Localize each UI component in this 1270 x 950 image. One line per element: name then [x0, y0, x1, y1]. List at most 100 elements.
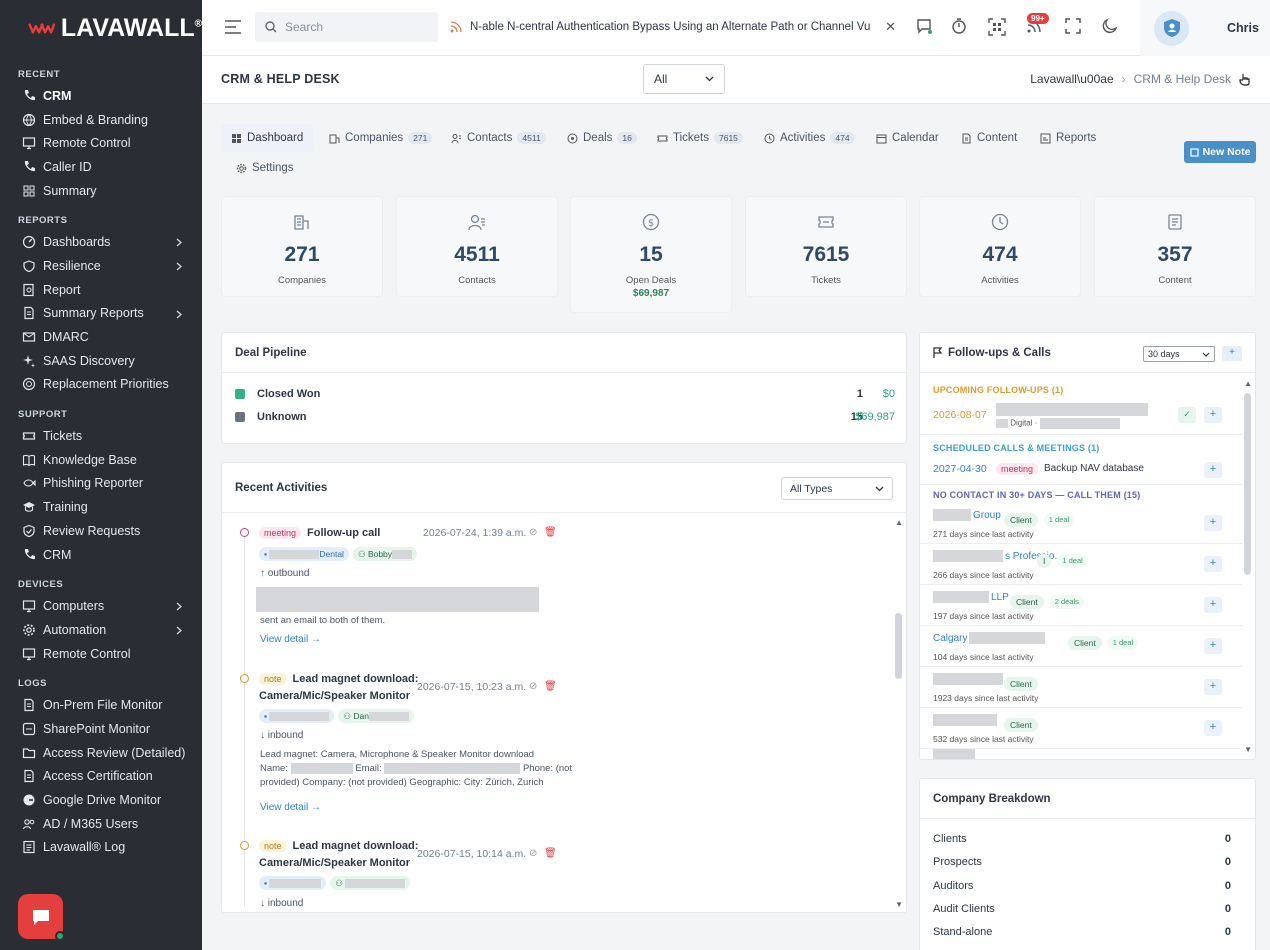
sidebar-item-training[interactable]: Training: [0, 495, 202, 519]
followup-row[interactable]: 2026-08-07 Digital · ✓ +: [920, 397, 1242, 435]
close-ticker-icon[interactable]: ✕: [885, 19, 896, 35]
trash-icon[interactable]: 🗑: [544, 848, 557, 859]
brand-logo[interactable]: LAVAWALL®: [0, 0, 202, 56]
sidebar-item-crm[interactable]: CRM: [0, 543, 202, 567]
add-button[interactable]: +: [1204, 515, 1222, 531]
tab-companies[interactable]: Companies 271: [319, 124, 442, 152]
sidebar-item-lavawall-log[interactable]: Lavawall® Log: [0, 836, 202, 860]
search-box[interactable]: [255, 12, 438, 42]
hide-icon[interactable]: ⊘: [529, 848, 537, 859]
contact-chip[interactable]: ⚇ Bobby: [352, 547, 418, 561]
sidebar-item-summary[interactable]: Summary: [0, 179, 202, 203]
range-select[interactable]: 30 days: [1143, 346, 1215, 362]
sidebar-item-review-requests[interactable]: Review Requests: [0, 519, 202, 543]
company-chip[interactable]: ▪ Dental: [259, 547, 349, 561]
sidebar-item-on-prem-file-monitor[interactable]: On-Prem File Monitor: [0, 693, 202, 717]
sidebar-item-saas-discovery[interactable]: SAAS Discovery: [0, 349, 202, 373]
sidebar-item-summary-reports[interactable]: Summary Reports: [0, 302, 202, 326]
company-chip[interactable]: ▪: [259, 709, 335, 723]
company-name[interactable]: Group: [933, 509, 1001, 521]
scroll-up-icon[interactable]: ▲: [1244, 379, 1252, 388]
contact-chip[interactable]: ⚇ Dan: [338, 709, 414, 723]
contact-chip[interactable]: ⚇: [330, 876, 411, 890]
timer-icon[interactable]: [951, 18, 967, 34]
tab-deals[interactable]: Deals 16: [557, 124, 647, 152]
breakdown-row[interactable]: Auditors 0: [933, 880, 1231, 892]
tab-settings[interactable]: Settings: [226, 154, 304, 182]
sidebar-item-dashboards[interactable]: Dashboards: [0, 230, 202, 254]
chat-bubble-icon[interactable]: [916, 18, 932, 34]
add-button[interactable]: +: [1204, 720, 1222, 736]
trash-icon[interactable]: 🗑: [544, 527, 557, 538]
nocontact-row[interactable]: Group Client 1 deal 271 days since last …: [920, 503, 1242, 544]
breadcrumb-home[interactable]: Lavawall\u00ae: [1030, 72, 1113, 86]
scrollbar[interactable]: [895, 613, 902, 679]
stat-card-tickets[interactable]: 7615 Tickets: [745, 196, 907, 297]
add-followup-button[interactable]: +: [1222, 346, 1242, 361]
trash-icon[interactable]: 🗑: [544, 681, 557, 692]
sidebar-item-report[interactable]: Report: [0, 278, 202, 302]
sidebar-item-google-drive-monitor[interactable]: Google Drive Monitor: [0, 788, 202, 812]
hide-icon[interactable]: ⊘: [529, 681, 537, 692]
add-button[interactable]: +: [1204, 597, 1222, 613]
menu-icon[interactable]: [224, 19, 242, 35]
stat-card-open-deals[interactable]: $ 15 Open Deals $69,987: [570, 196, 732, 313]
stat-card-activities[interactable]: 474 Activities: [919, 196, 1081, 297]
search-input[interactable]: [285, 20, 425, 34]
tab-contacts[interactable]: Contacts 4511: [441, 124, 556, 152]
company-name[interactable]: Calgary: [933, 632, 1046, 644]
scrollbar[interactable]: [1244, 393, 1251, 575]
scroll-down-icon[interactable]: ▼: [895, 900, 903, 909]
complete-button[interactable]: ✓: [1178, 407, 1196, 423]
sidebar-item-sharepoint-monitor[interactable]: SharePoint Monitor: [0, 717, 202, 741]
tab-reports[interactable]: Reports: [1030, 124, 1106, 152]
add-button[interactable]: +: [1204, 407, 1222, 423]
stat-card-companies[interactable]: 271 Companies: [221, 196, 383, 297]
pipeline-row[interactable]: Closed Won 1 $0: [235, 386, 895, 402]
scheduled-row[interactable]: 2027-04-30 meeting Backup NAV database +: [920, 455, 1242, 485]
breakdown-row[interactable]: Stand-alone 0: [933, 926, 1231, 938]
hide-icon[interactable]: ⊘: [529, 527, 537, 538]
stat-card-contacts[interactable]: 4511 Contacts: [396, 196, 558, 297]
sidebar-item-computers[interactable]: Computers: [0, 594, 202, 618]
company-chip[interactable]: ▪: [259, 876, 327, 890]
sidebar-item-knowledge-base[interactable]: Knowledge Base: [0, 448, 202, 472]
sidebar-item-crm[interactable]: CRM: [0, 84, 202, 108]
tab-content[interactable]: Content: [951, 124, 1027, 152]
sidebar-item-automation[interactable]: Automation: [0, 618, 202, 642]
view-detail-link[interactable]: View detail →: [260, 802, 321, 813]
nocontact-row[interactable]: Client 1923 days since last activity +: [920, 667, 1242, 708]
sidebar-item-caller-id[interactable]: Caller ID: [0, 155, 202, 179]
chat-button[interactable]: [18, 894, 65, 941]
user-menu[interactable]: Chris: [1140, 0, 1270, 56]
nocontact-row[interactable]: Calgary Client 1 deal 104 days since las…: [920, 626, 1242, 667]
add-button[interactable]: +: [1204, 679, 1222, 695]
scope-select[interactable]: All: [643, 64, 725, 94]
activity-type-select[interactable]: All Types: [781, 477, 893, 500]
sidebar-item-remote-control[interactable]: Remote Control: [0, 131, 202, 155]
dark-mode-icon[interactable]: [1102, 18, 1118, 34]
pipeline-row[interactable]: Unknown 15 $69,987: [235, 409, 895, 425]
ticker-text[interactable]: N-able N-central Authentication Bypass U…: [470, 21, 870, 33]
add-button[interactable]: +: [1204, 556, 1222, 572]
view-detail-link[interactable]: View detail →: [260, 634, 321, 645]
sidebar-item-ad-m365-users[interactable]: AD / M365 Users: [0, 812, 202, 836]
breakdown-row[interactable]: Audit Clients 0: [933, 903, 1231, 915]
nocontact-row[interactable]: LLP Client 2 deals 197 days since last a…: [920, 585, 1242, 626]
breakdown-row[interactable]: Clients 0: [933, 833, 1231, 845]
sidebar-item-tickets[interactable]: Tickets: [0, 424, 202, 448]
tab-tickets[interactable]: Tickets 7615: [647, 124, 753, 152]
sidebar-item-resilience[interactable]: Resilience: [0, 254, 202, 278]
news-ticker[interactable]: N-able N-central Authentication Bypass U…: [450, 14, 896, 40]
tab-calendar[interactable]: Calendar: [866, 124, 949, 152]
sidebar-item-access-certification[interactable]: Access Certification: [0, 765, 202, 789]
new-note-button[interactable]: New Note: [1184, 141, 1256, 163]
add-button[interactable]: +: [1204, 462, 1222, 478]
fullscreen-icon[interactable]: [1065, 18, 1081, 34]
nocontact-row[interactable]: s Professio... I 1 deal 266 days since l…: [920, 544, 1242, 585]
company-name[interactable]: [933, 673, 1005, 685]
sidebar-item-replacement-priorities[interactable]: Replacement Priorities: [0, 373, 202, 397]
stat-card-content[interactable]: 357 Content: [1094, 196, 1256, 297]
company-name[interactable]: [933, 714, 999, 726]
sidebar-item-embed-branding[interactable]: Embed & Branding: [0, 108, 202, 132]
